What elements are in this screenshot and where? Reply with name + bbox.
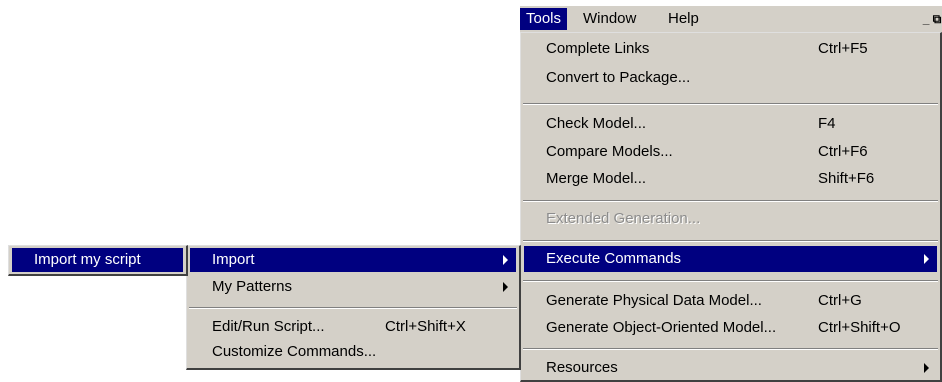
- menu-item-generate-oom[interactable]: Generate Object-Oriented Model... Ctrl+S…: [524, 316, 937, 340]
- menu-tools[interactable]: Tools: [520, 8, 568, 30]
- menu-item-execute-commands[interactable]: Execute Commands: [524, 246, 937, 272]
- submenu-arrow-icon: [924, 254, 929, 264]
- execute-commands-label: Execute Commands: [546, 250, 682, 267]
- check-model-shortcut: F4: [818, 115, 836, 132]
- menu-item-customize-commands[interactable]: Customize Commands...: [190, 340, 516, 364]
- menu-item-complete-links[interactable]: Complete Links Ctrl+F5: [524, 37, 937, 61]
- menu-item-extended-generation: Extended Generation...: [524, 207, 937, 231]
- resources-label: Resources: [546, 359, 618, 376]
- menu-help-label: Help: [668, 10, 699, 27]
- customize-commands-label: Customize Commands...: [212, 343, 377, 360]
- execute-commands-submenu: Import My Patterns Edit/Run Script... Ct…: [186, 245, 521, 370]
- menu-item-generate-pdm[interactable]: Generate Physical Data Model... Ctrl+G: [524, 289, 937, 313]
- complete-links-label: Complete Links: [546, 40, 650, 57]
- menu-separator: [523, 103, 938, 105]
- menu-item-convert-to-package[interactable]: Convert to Package...: [524, 66, 937, 90]
- compare-models-label: Compare Models...: [546, 143, 673, 160]
- menu-separator: [523, 200, 938, 202]
- menu-item-import-my-script[interactable]: Import my script: [12, 248, 183, 272]
- check-model-label: Check Model...: [546, 115, 647, 132]
- submenu-arrow-icon: [503, 282, 508, 292]
- extended-generation-label: Extended Generation...: [546, 210, 701, 227]
- edit-run-script-label: Edit/Run Script...: [212, 318, 325, 335]
- submenu-arrow-icon: [924, 363, 929, 373]
- menu-item-resources[interactable]: Resources: [524, 356, 937, 380]
- window-controls[interactable]: _ ⧉: [922, 10, 942, 28]
- merge-model-shortcut: Shift+F6: [818, 170, 875, 187]
- menu-item-import[interactable]: Import: [190, 248, 516, 272]
- menu-tools-label: Tools: [526, 10, 562, 27]
- generate-pdm-label: Generate Physical Data Model...: [546, 292, 762, 309]
- menu-separator: [523, 280, 938, 282]
- menu-separator: [523, 240, 938, 242]
- convert-to-package-label: Convert to Package...: [546, 69, 691, 86]
- generate-oom-label: Generate Object-Oriented Model...: [546, 319, 777, 336]
- generate-pdm-shortcut: Ctrl+G: [818, 292, 862, 309]
- menu-bar: Tools Window Help _ ⧉: [520, 6, 942, 32]
- import-label: Import: [212, 251, 255, 268]
- menu-item-my-patterns[interactable]: My Patterns: [190, 275, 516, 299]
- edit-run-script-shortcut: Ctrl+Shift+X: [385, 318, 466, 335]
- generate-oom-shortcut: Ctrl+Shift+O: [818, 319, 901, 336]
- menu-separator: [523, 348, 938, 350]
- import-submenu: Import my script: [8, 245, 188, 276]
- complete-links-shortcut: Ctrl+F5: [818, 40, 868, 57]
- menu-window-label: Window: [583, 10, 637, 27]
- tools-menu: Complete Links Ctrl+F5 Convert to Packag…: [520, 32, 942, 382]
- menu-item-merge-model[interactable]: Merge Model... Shift+F6: [524, 167, 937, 191]
- compare-models-shortcut: Ctrl+F6: [818, 143, 868, 160]
- menu-help[interactable]: Help: [662, 8, 705, 30]
- my-patterns-label: My Patterns: [212, 278, 293, 295]
- menu-separator: [189, 307, 517, 309]
- menu-item-check-model[interactable]: Check Model... F4: [524, 112, 937, 136]
- submenu-arrow-icon: [503, 255, 508, 265]
- menu-item-edit-run-script[interactable]: Edit/Run Script... Ctrl+Shift+X: [190, 315, 516, 339]
- merge-model-label: Merge Model...: [546, 170, 647, 187]
- menu-window[interactable]: Window: [577, 8, 642, 30]
- menu-item-compare-models[interactable]: Compare Models... Ctrl+F6: [524, 140, 937, 164]
- import-my-script-label: Import my script: [34, 251, 141, 268]
